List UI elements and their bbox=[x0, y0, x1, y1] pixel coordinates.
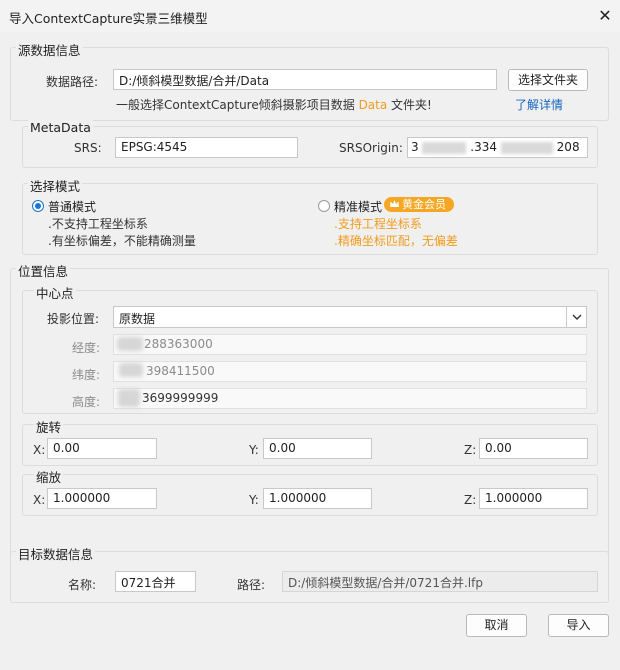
gold-member-badge: 黄金会员 bbox=[384, 197, 454, 212]
cancel-button[interactable]: 取消 bbox=[466, 614, 527, 637]
hint-accent: Data bbox=[358, 98, 388, 112]
data-path-label: 数据路径: bbox=[46, 75, 99, 89]
precise-mode-label: 精准模式 bbox=[334, 200, 383, 214]
scale-group-title: 缩放 bbox=[34, 467, 64, 486]
target-name-label: 名称: bbox=[68, 578, 97, 592]
srsorigin-part1: 3 bbox=[411, 140, 419, 154]
latitude-label: 纬度: bbox=[72, 368, 101, 382]
rotation-z-input[interactable]: 0.00 bbox=[479, 438, 588, 459]
longitude-label: 经度: bbox=[72, 341, 101, 355]
normal-mode-option[interactable]: 普通模式 .不支持工程坐标系 .有坐标偏差，不能精确测量 bbox=[32, 197, 272, 249]
projection-label: 投影位置: bbox=[47, 312, 100, 326]
rotation-z-label: Z: bbox=[464, 443, 477, 457]
precise-mode-radio[interactable] bbox=[318, 200, 330, 212]
srs-label: SRS: bbox=[74, 141, 102, 155]
window-title: 导入ContextCapture实景三维模型 bbox=[9, 11, 208, 26]
data-path-hint: 一般选择ContextCapture倾斜摄影项目数据 Data 文件夹! bbox=[116, 96, 432, 113]
gold-member-badge-label: 黄金会员 bbox=[402, 198, 446, 211]
normal-mode-radio[interactable] bbox=[32, 200, 44, 212]
close-button[interactable]: ✕ bbox=[590, 0, 620, 30]
learn-more-link[interactable]: 了解详情 bbox=[515, 96, 563, 113]
normal-mode-desc-2: .有坐标偏差，不能精确测量 bbox=[48, 234, 196, 248]
rotation-group-title: 旋转 bbox=[34, 417, 64, 436]
srsorigin-redacted-2 bbox=[500, 141, 553, 154]
position-group-title: 位置信息 bbox=[16, 261, 71, 280]
longitude-input: 288363000 bbox=[113, 334, 587, 355]
center-group-title: 中心点 bbox=[34, 283, 76, 302]
scale-y-input[interactable]: 1.000000 bbox=[263, 488, 372, 509]
altitude-value: 3699999999 bbox=[142, 391, 219, 405]
projection-dropdown-button[interactable] bbox=[566, 307, 586, 327]
dialog-body: 源数据信息 数据路径: D:/倾斜模型数据/合并/Data 选择文件夹 一般选择… bbox=[0, 32, 620, 670]
longitude-value: 288363000 bbox=[144, 337, 213, 351]
srs-input[interactable]: EPSG:4545 bbox=[115, 137, 298, 158]
source-group-title: 源数据信息 bbox=[16, 40, 83, 59]
hint-suffix: 文件夹! bbox=[391, 98, 432, 112]
target-path-label: 路径: bbox=[237, 578, 266, 592]
scale-x-input[interactable]: 1.000000 bbox=[47, 488, 157, 509]
precise-mode-option[interactable]: 精准模式 黄金会员 .支持工程坐标系 .精确坐标匹配，无偏差 bbox=[318, 197, 588, 249]
longitude-redaction bbox=[117, 337, 143, 351]
normal-mode-label: 普通模式 bbox=[48, 200, 97, 214]
latitude-redaction bbox=[119, 363, 143, 377]
target-group-title: 目标数据信息 bbox=[16, 544, 96, 563]
altitude-redaction bbox=[118, 389, 140, 407]
srsorigin-input[interactable]: 3 .334 208 bbox=[407, 137, 588, 158]
hint-prefix: 一般选择ContextCapture倾斜摄影项目数据 bbox=[116, 98, 355, 112]
mode-group-title: 选择模式 bbox=[28, 176, 83, 195]
chevron-down-icon bbox=[572, 314, 581, 320]
scale-x-label: X: bbox=[33, 493, 46, 507]
precise-mode-desc-2: .精确坐标匹配，无偏差 bbox=[334, 234, 458, 248]
srsorigin-part2: .334 bbox=[470, 140, 498, 154]
metadata-group-title: MetaData bbox=[28, 120, 93, 135]
scale-z-input[interactable]: 1.000000 bbox=[479, 488, 588, 509]
crown-icon bbox=[388, 198, 400, 210]
srsorigin-redacted-1 bbox=[422, 141, 467, 154]
latitude-value: 398411500 bbox=[146, 364, 215, 378]
srsorigin-part3: 208 bbox=[556, 140, 580, 154]
normal-mode-desc-1: .不支持工程坐标系 bbox=[48, 217, 148, 231]
latitude-input: 398411500 bbox=[113, 361, 587, 382]
target-name-input[interactable]: 0721合并 bbox=[115, 571, 196, 592]
rotation-x-input[interactable]: 0.00 bbox=[47, 438, 157, 459]
close-icon: ✕ bbox=[598, 5, 612, 25]
rotation-x-label: X: bbox=[33, 443, 46, 457]
import-button[interactable]: 导入 bbox=[548, 614, 609, 637]
altitude-label: 高度: bbox=[72, 395, 101, 409]
precise-mode-desc-1: .支持工程坐标系 bbox=[334, 217, 422, 231]
srsorigin-label: SRSOrigin: bbox=[339, 141, 403, 155]
scale-z-label: Z: bbox=[464, 493, 477, 507]
title-bar: 导入ContextCapture实景三维模型 ✕ bbox=[0, 0, 620, 32]
target-path-input: D:/倾斜模型数据/合并/0721合并.lfp bbox=[282, 571, 598, 592]
altitude-input: 3699999999 bbox=[113, 388, 587, 409]
rotation-y-input[interactable]: 0.00 bbox=[263, 438, 372, 459]
scale-y-label: Y: bbox=[249, 493, 259, 507]
rotation-y-label: Y: bbox=[249, 443, 259, 457]
data-path-input[interactable]: D:/倾斜模型数据/合并/Data bbox=[113, 69, 497, 90]
projection-select[interactable]: 原数据 bbox=[113, 306, 587, 328]
choose-folder-button[interactable]: 选择文件夹 bbox=[508, 69, 588, 91]
